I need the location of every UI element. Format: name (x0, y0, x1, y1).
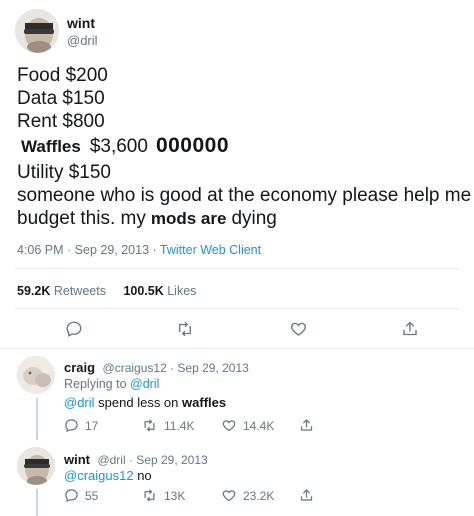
reply2-mention[interactable]: @craigus12 (64, 468, 134, 483)
retweet-icon (144, 489, 155, 502)
reply1-retweet-count: 11.4K (164, 418, 195, 433)
reply1-avatar[interactable] (17, 356, 55, 394)
reply2-like-button[interactable]: 23.2K (221, 488, 274, 503)
replying-label: Replying to (64, 377, 127, 391)
divider-main-end (0, 348, 474, 349)
tweet-timestamp: 4:06 PM · Sep 29, 2013 · Twitter Web Cli… (17, 243, 261, 257)
reply-icon (65, 419, 78, 433)
divider-meta (15, 268, 459, 269)
thread-line (36, 489, 38, 516)
tweet-line-economy: someone who is good at the economy pleas… (17, 185, 472, 206)
share-icon (300, 419, 313, 431)
tweet-line-budget: budget this. my mods are dying (17, 207, 277, 230)
reply1-name[interactable]: craig (64, 360, 95, 375)
share-icon (403, 321, 417, 336)
reply2-avatar[interactable] (17, 447, 55, 485)
reply1-retweet-button[interactable]: 11.4K (141, 418, 194, 433)
reply1-replying-to: Replying to @dril (64, 377, 159, 391)
reply2-name[interactable]: wint (64, 452, 90, 467)
reply1-text: @dril spend less on waffles (64, 395, 226, 410)
retweets-count: 59.2K (17, 284, 51, 298)
reply-icon (66, 321, 82, 337)
reply1-handle-date[interactable]: @craigus12 · Sep 29, 2013 (103, 361, 249, 375)
tweet-line-utility: Utility $150 (17, 162, 111, 183)
reply2-handle-date[interactable]: @dril · Sep 29, 2013 (97, 453, 207, 467)
heart-icon (291, 322, 306, 336)
tweet-stats: 59.2K Retweets 100.5K Likes (17, 284, 196, 298)
reply2-retweet-button[interactable]: 13K (141, 488, 185, 503)
waffles-word: Waffles (21, 137, 81, 156)
waffles-zeros: 000000 (155, 134, 230, 157)
retweet-icon (179, 321, 191, 337)
tweet-time[interactable]: 4:06 PM · Sep 29, 2013 · (17, 243, 157, 257)
reply2-like-count: 23.2K (243, 488, 275, 503)
heart-icon (222, 490, 236, 502)
reply1-like-button[interactable]: 14.4K (221, 418, 274, 433)
tweet-line-food: Food $200 (17, 65, 108, 86)
retweets-label: Retweets (53, 284, 106, 298)
heart-icon (222, 420, 236, 432)
likes-stat[interactable]: 100.5K Likes (123, 284, 196, 298)
reply1-like-count: 14.4K (243, 418, 275, 433)
likes-count: 100.5K (123, 284, 164, 298)
reply1-body: spend less on (98, 395, 179, 410)
reply1-waffles: waffles (182, 395, 227, 410)
reply2-share-button[interactable] (299, 487, 314, 503)
thread-line (36, 398, 38, 440)
reply2-body: no (137, 468, 152, 483)
divider-stats (15, 308, 459, 309)
tweet-line-waffles: Waffles $3,600 000000 (21, 134, 229, 158)
mods-are-text: mods are (150, 209, 227, 228)
reply2-text: @craigus12 no (64, 468, 152, 483)
reply1-reply-button[interactable]: 17 (64, 418, 98, 433)
author-avatar[interactable] (15, 9, 59, 53)
reply1-mention[interactable]: @dril (64, 395, 95, 410)
replying-handle[interactable]: @dril (130, 377, 159, 391)
reply-icon (65, 489, 78, 503)
tweet-line-data: Data $150 (17, 88, 105, 109)
retweets-stat[interactable]: 59.2K Retweets (17, 284, 106, 298)
budget-text-start: budget this. my (17, 208, 146, 229)
reply-button[interactable] (65, 320, 83, 338)
author-name[interactable]: wint (67, 15, 95, 31)
share-button[interactable] (401, 319, 419, 338)
likes-label: Likes (167, 284, 197, 298)
author-handle[interactable]: @dril (67, 33, 98, 48)
share-icon (300, 489, 313, 501)
reply2-reply-button[interactable]: 55 (64, 488, 98, 503)
reply1-share-button[interactable] (299, 417, 314, 433)
reply2-header: wint @dril · Sep 29, 2013 (64, 451, 208, 469)
budget-text-end: dying (231, 208, 277, 229)
tweet-line-rent: Rent $800 (17, 111, 105, 132)
like-button[interactable] (289, 320, 308, 338)
waffles-price: $3,600 (89, 136, 148, 157)
reply1-header: craig @craigus12 · Sep 29, 2013 (64, 359, 249, 377)
reply1-reply-count: 17 (85, 418, 99, 433)
reply2-reply-count: 55 (85, 488, 99, 503)
reply2-retweet-count: 13K (164, 488, 186, 503)
retweet-button[interactable] (175, 320, 195, 338)
retweet-icon (144, 419, 155, 432)
tweet-client[interactable]: Twitter Web Client (160, 243, 261, 257)
